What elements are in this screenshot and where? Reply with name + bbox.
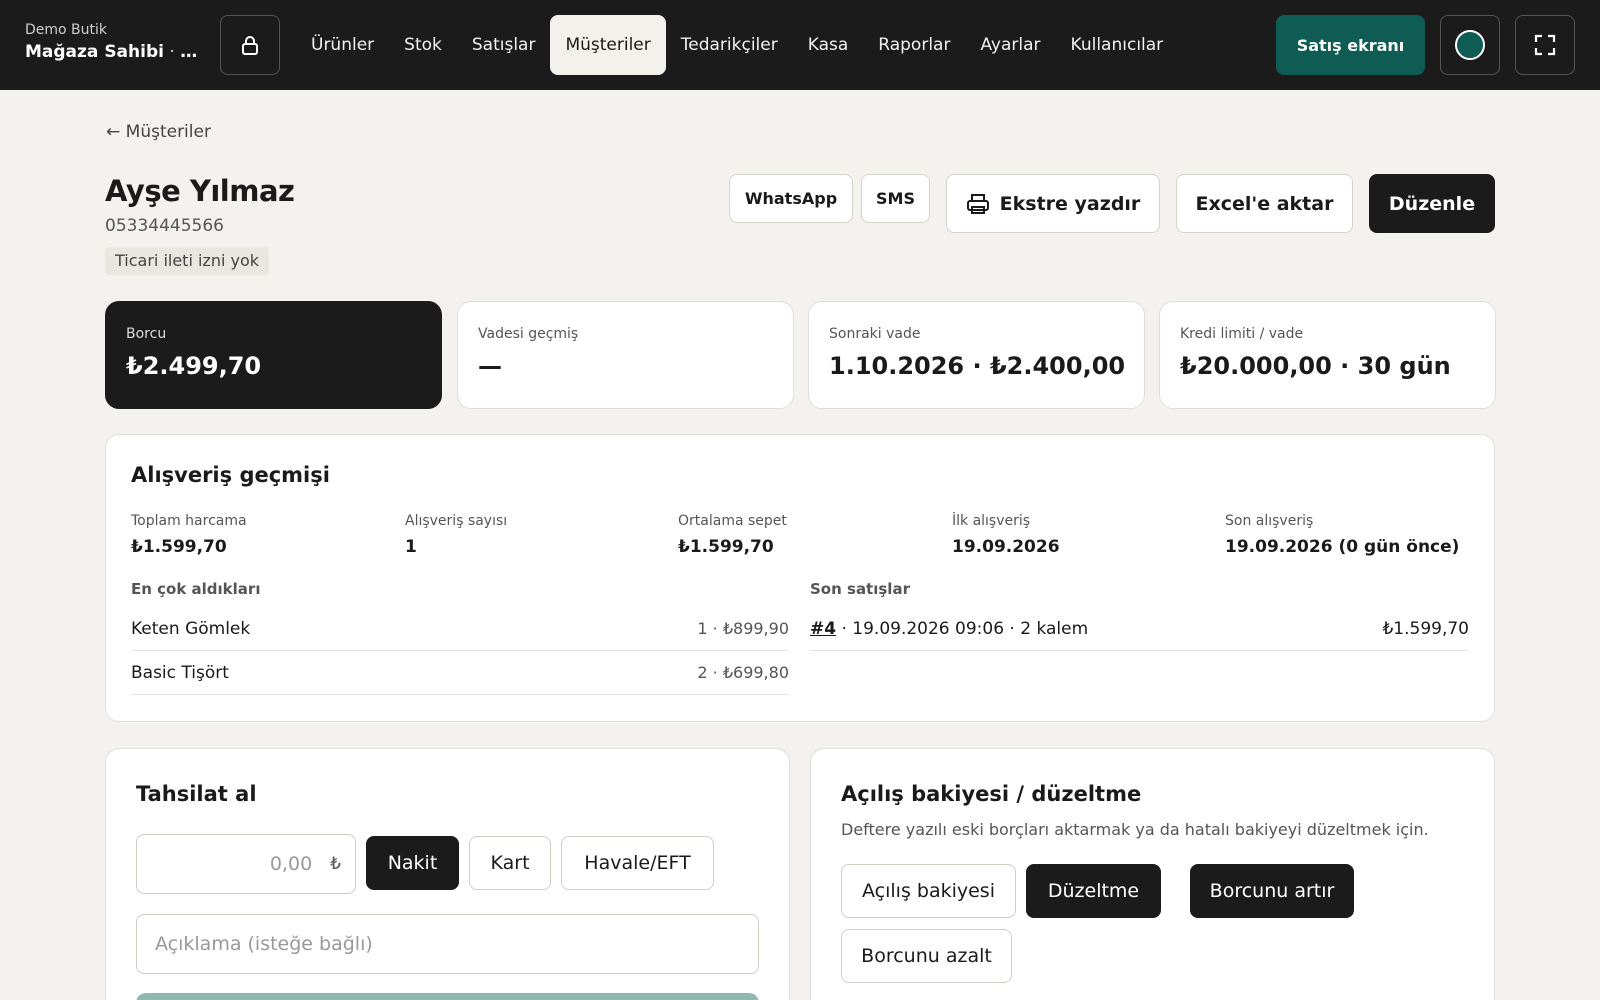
summary-label: Alışveriş sayısı [405, 513, 508, 529]
stat-value: 1.10.2026 · ₺2.400,00 [829, 352, 1126, 380]
stat-label: Sonraki vade [829, 326, 921, 342]
main-nav: Ürünler Stok Satışlar Müşteriler Tedarik… [296, 15, 1178, 75]
top-item-detail: 2 · ₺699,80 [697, 663, 789, 682]
summary-value: ₺1.599,70 [131, 537, 227, 557]
brand: Demo Butik Mağaza Sahibi · S... [25, 22, 205, 62]
fullscreen-icon [1534, 34, 1556, 56]
table-row: #4 · 19.09.2026 09:06 · 2 kalem ₺1.599,7… [810, 607, 1469, 651]
nav-ayarlar[interactable]: Ayarlar [965, 15, 1055, 75]
consent-badge: Ticari ileti izni yok [105, 247, 270, 275]
lock-button[interactable] [220, 15, 280, 75]
summary-first-purchase: İlk alışveriş 19.09.2026 [952, 513, 1060, 557]
purchase-history-title: Alışveriş geçmişi [131, 463, 330, 487]
store-name: Demo Butik [25, 22, 108, 38]
top-item-name: Basic Tişört [131, 662, 229, 683]
summary-purchase-count: Alışveriş sayısı 1 [405, 513, 507, 557]
summary-label: İlk alışveriş [952, 513, 1031, 529]
sale-total: ₺1.599,70 [1382, 618, 1469, 639]
nav-urunler[interactable]: Ürünler [296, 15, 389, 75]
collection-title: Tahsilat al [136, 782, 257, 806]
method-card[interactable]: Kart [469, 836, 551, 890]
summary-value: 1 [405, 537, 417, 557]
sale-detail: · 19.09.2026 09:06 · 2 kalem [836, 618, 1089, 639]
recent-sales-heading: Son satışlar [810, 580, 910, 598]
theme-button[interactable] [1440, 15, 1500, 75]
user-name-text: Mağaza Sahibi [25, 42, 164, 62]
method-transfer[interactable]: Havale/EFT [561, 836, 714, 890]
summary-label: Toplam harcama [131, 513, 247, 529]
note-placeholder: Açıklama (isteğe bağlı) [155, 933, 373, 955]
summary-value: 19.09.2026 [952, 537, 1060, 557]
nav-satislar[interactable]: Satışlar [457, 15, 551, 75]
nav-musteriler[interactable]: Müşteriler [550, 15, 666, 75]
summary-label: Son alışveriş [1225, 513, 1314, 529]
summary-total-spend: Toplam harcama ₺1.599,70 [131, 513, 247, 557]
top-item-detail: 1 · ₺899,90 [697, 619, 789, 638]
sale-number-link[interactable]: #4 [810, 619, 836, 639]
print-statement-button[interactable]: Ekstre yazdır [946, 174, 1160, 233]
print-statement-label: Ekstre yazdır [999, 192, 1141, 215]
back-to-customers-link[interactable]: ← Müşteriler [106, 122, 211, 142]
lock-icon [242, 36, 258, 55]
summary-value: ₺1.599,70 [678, 537, 774, 557]
method-cash[interactable]: Nakit [366, 836, 459, 890]
mode-correction[interactable]: Düzeltme [1026, 864, 1161, 918]
customer-phone: 05334445566 [105, 216, 224, 236]
edit-customer-button[interactable]: Düzenle [1369, 174, 1495, 233]
sms-button[interactable]: SMS [861, 174, 930, 223]
top-item-name: Keten Gömlek [131, 618, 251, 639]
summary-last-purchase: Son alışveriş 19.09.2026 (0 gün önce) [1225, 513, 1459, 557]
user-role: · S... [163, 42, 205, 62]
amount-placeholder: 0,00 [269, 853, 313, 875]
customer-name: Ayşe Yılmaz [105, 174, 295, 208]
stat-card-next-due: Sonraki vade 1.10.2026 · ₺2.400,00 [808, 301, 1145, 409]
increase-debt-button[interactable]: Borcunu artır [1190, 864, 1354, 918]
nav-kullanicilar[interactable]: Kullanıcılar [1056, 15, 1179, 75]
adjustment-title: Açılış bakiyesi / düzeltme [841, 782, 1142, 806]
summary-average-basket: Ortalama sepet ₺1.599,70 [678, 513, 787, 557]
pos-screen-button[interactable]: Satış ekranı [1276, 15, 1425, 75]
printer-icon [966, 193, 989, 214]
stat-card-credit-limit: Kredi limiti / vade ₺20.000,00 · 30 gün [1159, 301, 1496, 409]
stat-card-overdue: Vadesi geçmiş — [457, 301, 794, 409]
summary-value: 19.09.2026 (0 gün önce) [1225, 537, 1460, 557]
mode-opening-balance[interactable]: Açılış bakiyesi [841, 864, 1016, 918]
theme-color-icon [1455, 30, 1485, 60]
sale-summary: #4 · 19.09.2026 09:06 · 2 kalem [810, 619, 1088, 639]
stat-label: Kredi limiti / vade [1180, 326, 1304, 342]
user-name[interactable]: Mağaza Sahibi · S... [25, 42, 205, 62]
adjustment-description: Deftere yazılı eski borçları aktarmak ya… [841, 820, 1429, 839]
list-item: Basic Tişört 2 · ₺699,80 [131, 651, 789, 695]
stat-card-debt: Borcu ₺2.499,70 [105, 301, 442, 409]
currency-symbol: ₺ [330, 854, 341, 874]
whatsapp-button[interactable]: WhatsApp [729, 174, 853, 223]
top-bar: Demo Butik Mağaza Sahibi · S... Ürünler … [0, 0, 1600, 90]
nav-raporlar[interactable]: Raporlar [863, 15, 965, 75]
summary-label: Ortalama sepet [678, 513, 787, 529]
note-input[interactable]: Açıklama (isteğe bağlı) [136, 914, 759, 974]
stat-value: ₺2.499,70 [126, 352, 262, 380]
stat-value: — [478, 352, 502, 380]
stat-label: Vadesi geçmiş [478, 326, 579, 342]
fullscreen-button[interactable] [1515, 15, 1575, 75]
nav-stok[interactable]: Stok [389, 15, 457, 75]
stat-label: Borcu [126, 326, 167, 342]
stat-value: ₺20.000,00 · 30 gün [1180, 352, 1451, 380]
collect-submit-button[interactable] [136, 993, 759, 1000]
decrease-debt-button[interactable]: Borcunu azalt [841, 929, 1012, 983]
nav-tedarikciler[interactable]: Tedarikçiler [666, 15, 793, 75]
list-item: Keten Gömlek 1 · ₺899,90 [131, 607, 789, 651]
top-items-heading: En çok aldıkları [131, 580, 261, 598]
nav-kasa[interactable]: Kasa [793, 15, 864, 75]
amount-input[interactable]: 0,00 ₺ [136, 834, 356, 894]
export-excel-button[interactable]: Excel'e aktar [1176, 174, 1353, 233]
